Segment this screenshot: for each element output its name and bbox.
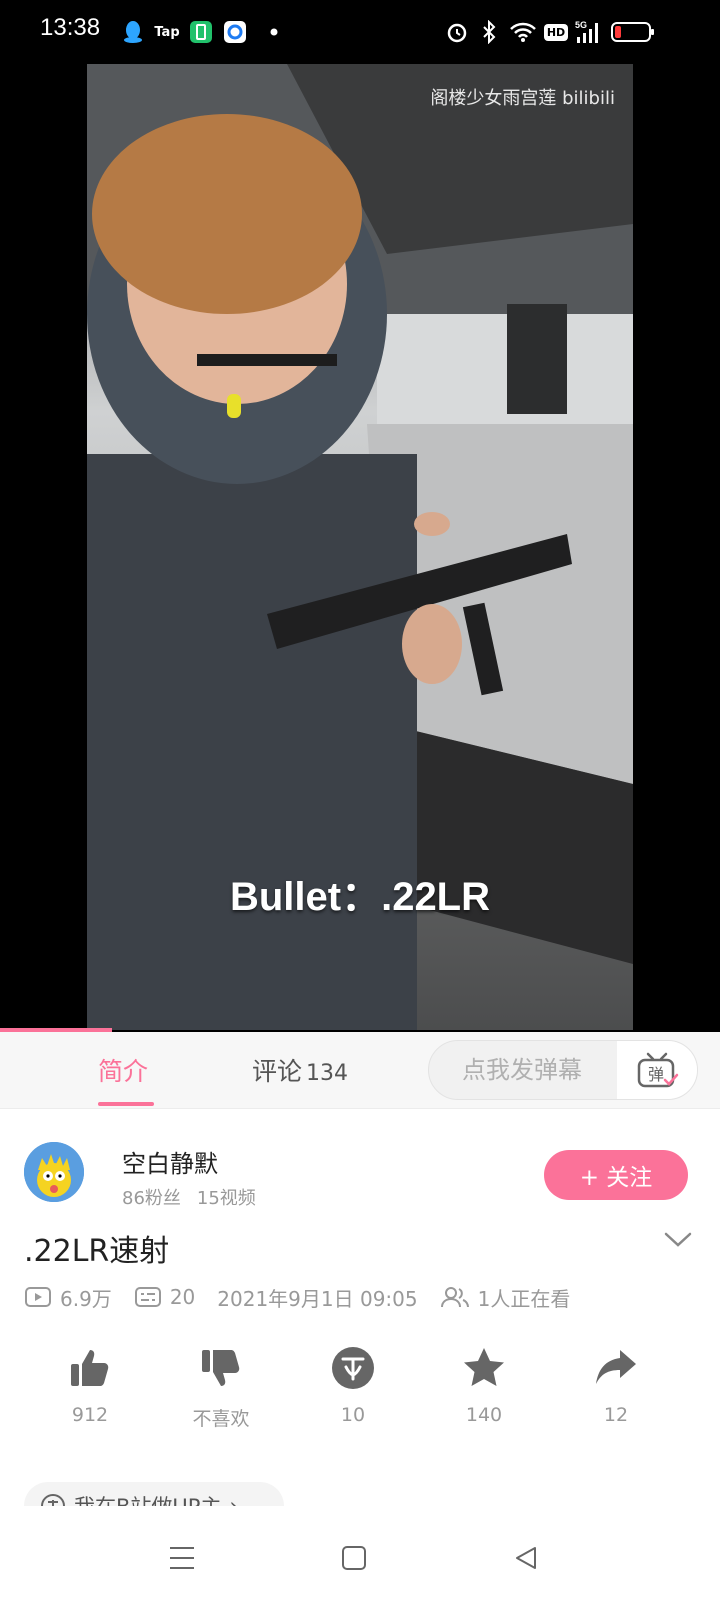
share-button[interactable]: 12 xyxy=(571,1344,661,1426)
hd-label: HD xyxy=(543,23,569,41)
back-triangle-icon[interactable] xyxy=(506,1542,546,1574)
danmaku-entry: 点我发弹幕 弹 xyxy=(428,1040,698,1100)
menu-icon[interactable] xyxy=(162,1542,202,1574)
hd-icon: HD xyxy=(543,18,569,46)
like-button[interactable]: 912 xyxy=(45,1344,135,1426)
dislike-label: 不喜欢 xyxy=(192,1408,250,1430)
danmaku-meta: 20 xyxy=(134,1285,195,1309)
comment-count: 134 xyxy=(306,1061,349,1086)
home-square-icon[interactable] xyxy=(334,1542,374,1574)
share-arrow-icon xyxy=(571,1344,661,1392)
tab-comments[interactable]: 评论 134 xyxy=(252,1052,348,1088)
dot-icon xyxy=(268,18,280,46)
uploader-name[interactable]: 空白静默 xyxy=(122,1144,218,1179)
status-bar: 13:38 Tap HD 5G xyxy=(0,0,720,64)
bluetooth-icon xyxy=(476,18,502,46)
like-count: 912 xyxy=(71,1404,109,1426)
green-app-icon xyxy=(188,18,214,46)
danmaku-tv-icon: 弹 xyxy=(637,1052,679,1088)
danmaku-count-icon xyxy=(134,1287,161,1307)
status-time: 13:38 xyxy=(40,14,101,41)
uploader-followers: 86粉丝 xyxy=(122,1188,181,1209)
signal-5g-icon: 5G xyxy=(574,18,602,46)
publish-time: 2021年9月1日 09:05 xyxy=(217,1286,418,1311)
view-count: 6.9万 xyxy=(60,1286,112,1311)
dislike-button[interactable]: 不喜欢 xyxy=(176,1344,266,1431)
thumbs-up-icon xyxy=(45,1344,135,1392)
avatar-image xyxy=(24,1142,84,1202)
video-watermark: 阁楼少女雨宫莲 bilibili xyxy=(430,88,615,109)
uploader-videos: 15视频 xyxy=(196,1188,256,1209)
share-count: 12 xyxy=(603,1404,629,1426)
danmaku-input[interactable]: 点我发弹幕 xyxy=(429,1041,615,1099)
taptap-icon: Tap xyxy=(154,24,180,40)
coin-count: 10 xyxy=(340,1404,366,1426)
tab-active-indicator xyxy=(98,1102,154,1106)
favorite-button[interactable]: 140 xyxy=(439,1344,529,1426)
battery-low-icon xyxy=(610,18,656,46)
danmaku-toggle-label: 弹 xyxy=(648,1065,664,1084)
video-frame[interactable]: 阁楼少女雨宫莲 bilibili Bullet：.22LR xyxy=(87,64,633,1030)
qq-icon xyxy=(122,18,144,46)
tab-bar: 简介 评论 134 点我发弹幕 弹 xyxy=(0,1032,720,1109)
uploader-avatar[interactable] xyxy=(24,1142,84,1202)
views-meta: 6.9万 xyxy=(24,1283,112,1312)
system-nav-bar xyxy=(0,1516,720,1600)
alarm-icon xyxy=(444,18,470,46)
video-caption: Bullet：.22LR xyxy=(229,875,491,919)
wifi-icon xyxy=(508,18,538,46)
watching-meta: 1人正在看 xyxy=(440,1283,571,1312)
signal-5g-label: 5G xyxy=(575,20,587,30)
coin-icon xyxy=(308,1344,398,1392)
expand-chevron-icon[interactable] xyxy=(664,1232,692,1252)
watching-count: 1人正在看 xyxy=(477,1286,571,1311)
tab-intro[interactable]: 简介 xyxy=(98,1052,148,1088)
danmaku-count: 20 xyxy=(169,1285,196,1309)
follow-button[interactable]: + 关注 xyxy=(544,1150,688,1200)
play-count-icon xyxy=(25,1287,51,1307)
tab-comments-label: 评论 xyxy=(252,1057,303,1086)
video-title: .22LR速射 xyxy=(24,1234,170,1269)
browser-icon xyxy=(222,18,248,46)
coin-button[interactable]: 10 xyxy=(308,1344,398,1426)
thumbs-down-icon xyxy=(176,1344,266,1392)
watching-people-icon xyxy=(440,1287,469,1308)
video-player[interactable]: 阁楼少女雨宫莲 bilibili Bullet：.22LR xyxy=(0,64,720,1032)
danmaku-toggle-button[interactable]: 弹 xyxy=(617,1041,697,1099)
video-meta-row: 6.9万 20 2021年9月1日 09:05 1人正在看 xyxy=(24,1282,592,1312)
star-icon xyxy=(439,1344,529,1392)
favorite-count: 140 xyxy=(465,1404,503,1426)
uploader-stats: 86粉丝 15视频 xyxy=(122,1184,256,1210)
